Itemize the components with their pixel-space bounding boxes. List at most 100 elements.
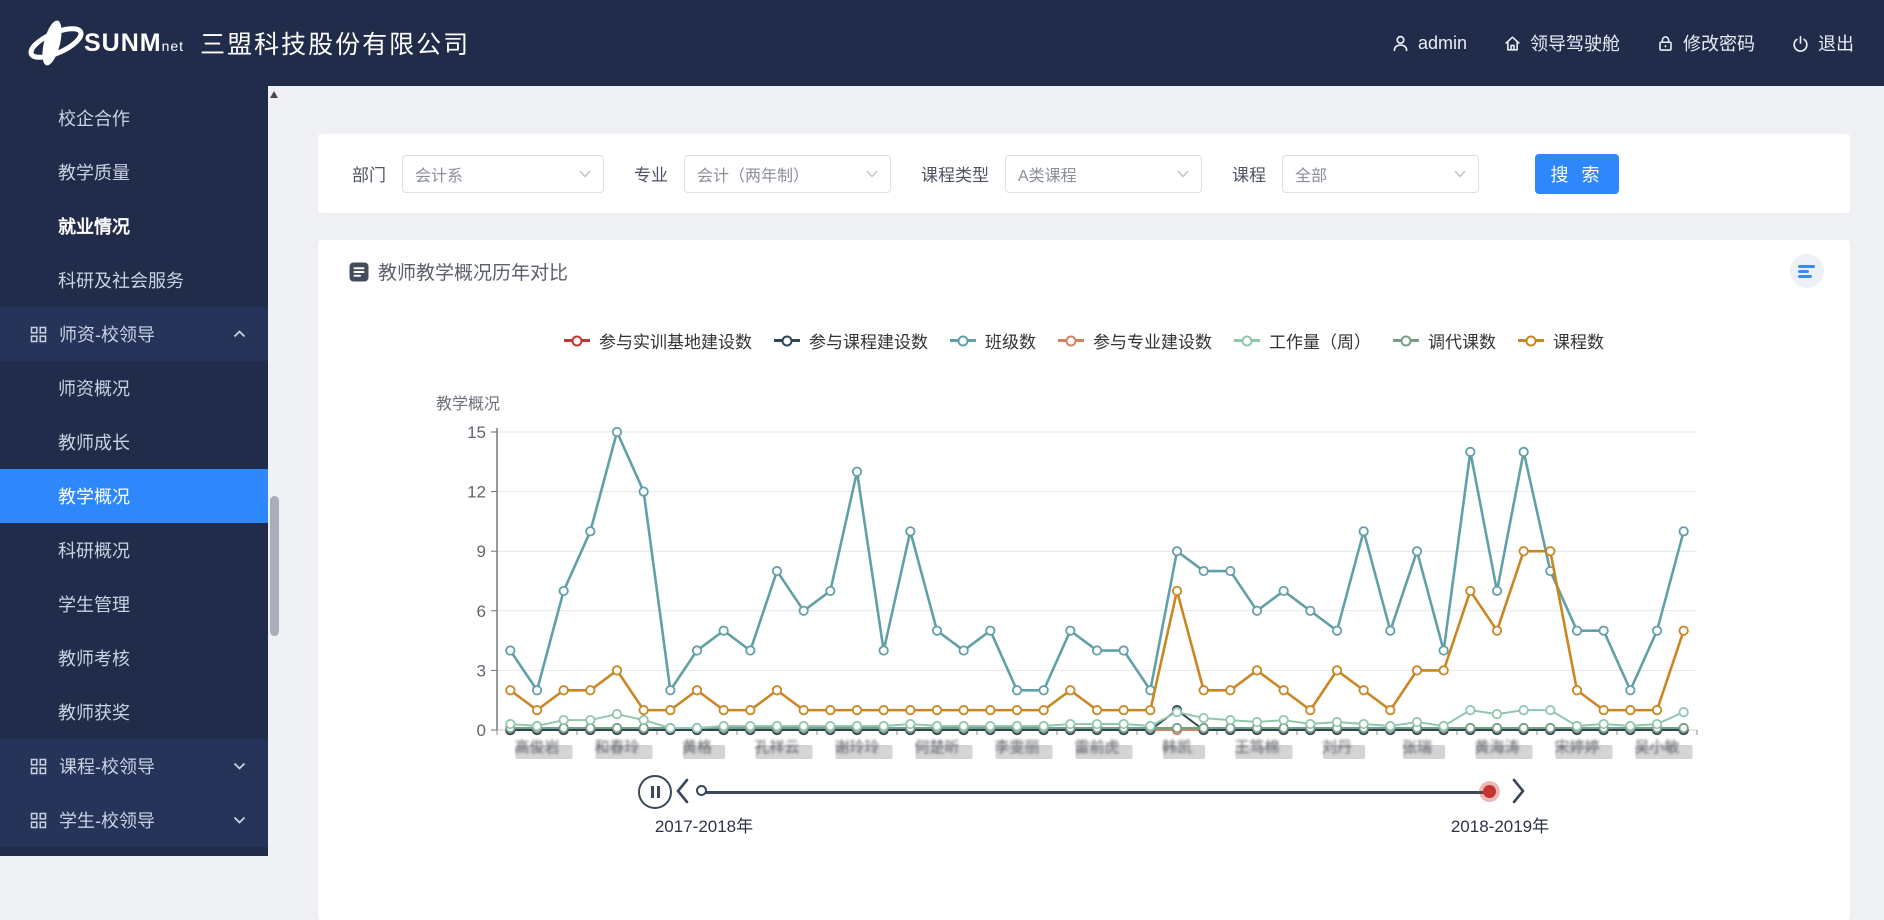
legend-marker-icon	[1058, 339, 1084, 342]
legend-item-6[interactable]: 课程数	[1518, 328, 1604, 353]
sidebar-item-6[interactable]: 教师成长	[0, 415, 268, 469]
grid-icon	[30, 758, 47, 775]
timeline-label-start[interactable]: 2017-2018年	[654, 812, 754, 837]
sidebar-item-0[interactable]: 校企合作	[0, 91, 268, 145]
power-icon	[1791, 34, 1810, 53]
timeline-slider: 2017-2018年 2018-2019年	[318, 752, 1850, 872]
legend-item-2[interactable]: 班级数	[950, 328, 1036, 353]
lock-icon	[1656, 34, 1675, 53]
nav-logout[interactable]: 退出	[1791, 30, 1854, 56]
sidebar-item-11[interactable]: 教师获奖	[0, 685, 268, 739]
pause-icon	[657, 786, 660, 798]
pause-icon	[651, 786, 654, 798]
filter-major: 专业 会计（两年制）	[634, 155, 891, 193]
scrollbar-thumb[interactable]	[270, 496, 279, 636]
chevron-down-icon	[233, 762, 246, 770]
chevron-down-icon	[1177, 170, 1189, 178]
company-name: 三盟科技股份有限公司	[200, 25, 470, 61]
sidebar-item-2[interactable]: 就业情况	[0, 199, 268, 253]
chart-menu-button[interactable]	[1790, 254, 1824, 288]
filter-department: 部门 会计系	[352, 155, 604, 193]
legend-item-1[interactable]: 参与课程建设数	[774, 328, 928, 353]
legend-label: 调代课数	[1428, 328, 1496, 353]
filter-label: 课程	[1232, 161, 1266, 186]
timeline-current-dot	[1483, 785, 1496, 798]
legend-item-0[interactable]: 参与实训基地建设数	[564, 328, 752, 353]
course-type-select[interactable]: A类课程	[1005, 155, 1202, 193]
menu-bar-icon	[1798, 265, 1815, 268]
legend-label: 班级数	[985, 328, 1036, 353]
course-select[interactable]: 全部	[1282, 155, 1479, 193]
department-select[interactable]: 会计系	[402, 155, 604, 193]
legend-marker-icon	[950, 339, 976, 342]
chart-legend: 参与实训基地建设数参与课程建设数 班级数 参与专业建设数 工作量（周） 调代课数 课程数	[318, 328, 1850, 353]
sidebar-scrollbar[interactable]	[268, 86, 281, 856]
search-button[interactable]: 搜 索	[1535, 154, 1619, 194]
logo-text: SUNMnet	[84, 29, 184, 58]
logo-swoosh-icon	[26, 14, 90, 72]
svg-text:0: 0	[477, 721, 486, 740]
nav-cockpit[interactable]: 领导驾驶舱	[1503, 30, 1620, 56]
user-name: admin	[1418, 33, 1467, 54]
user-icon	[1391, 34, 1410, 53]
sidebar-item-3[interactable]: 科研及社会服务	[0, 253, 268, 307]
legend-marker-icon	[1393, 339, 1419, 342]
timeline-node-start[interactable]	[696, 785, 707, 796]
menu-bar-icon	[1798, 270, 1809, 273]
sidebar-item-13[interactable]: 学生-校领导	[0, 793, 268, 847]
timeline-label-end[interactable]: 2018-2019年	[1440, 812, 1560, 837]
timeline-next-arrow[interactable]	[1511, 778, 1527, 804]
header-nav: admin 领导驾驶舱 修改密码 退出	[1391, 30, 1854, 56]
legend-label: 参与专业建设数	[1093, 328, 1212, 353]
home-icon	[1503, 34, 1522, 53]
legend-label: 课程数	[1553, 328, 1604, 353]
legend-marker-icon	[774, 339, 800, 342]
sidebar-menu: 校企合作教学质量就业情况科研及社会服务师资-校领导师资概况教师成长教学概况科研概…	[0, 86, 268, 856]
legend-item-4[interactable]: 工作量（周）	[1234, 328, 1371, 353]
main-content: 部门 会计系 专业 会计（两年制） 课程类型 A类课程 课程 全部	[281, 86, 1884, 856]
sidebar-item-label: 教学质量	[58, 159, 130, 185]
sidebar-item-9[interactable]: 学生管理	[0, 577, 268, 631]
line-chart: 03691215高俊岩和春玲黄格孔祥云谢玲玲何楚昕李雯丽雷前虎韩凯王笃棉刘丹张瑞…	[318, 418, 1850, 774]
timeline-prev-arrow[interactable]	[674, 778, 690, 804]
timeline-node-current[interactable]	[1479, 781, 1500, 802]
user-menu[interactable]: admin	[1391, 33, 1467, 54]
sidebar-item-4[interactable]: 师资-校领导	[0, 307, 268, 361]
filter-label: 专业	[634, 161, 668, 186]
legend-label: 工作量（周）	[1269, 328, 1371, 353]
sidebar-item-label: 科研概况	[58, 537, 130, 563]
pause-button[interactable]	[638, 775, 672, 809]
sidebar-item-10[interactable]: 教师考核	[0, 631, 268, 685]
sidebar-item-label: 学生管理	[58, 591, 130, 617]
chevron-up-icon	[233, 330, 246, 338]
sidebar-item-label: 校企合作	[58, 105, 130, 131]
sidebar-item-7[interactable]: 教学概况	[0, 469, 268, 523]
scrollbar-up-arrow-icon[interactable]	[270, 91, 278, 98]
legend-item-5[interactable]: 调代课数	[1393, 328, 1496, 353]
sidebar-item-1[interactable]: 教学质量	[0, 145, 268, 199]
grid-icon	[30, 326, 47, 343]
legend-marker-icon	[1234, 339, 1260, 342]
legend-item-3[interactable]: 参与专业建设数	[1058, 328, 1212, 353]
nav-change-password[interactable]: 修改密码	[1656, 30, 1755, 56]
sidebar-item-5[interactable]: 师资概况	[0, 361, 268, 415]
chevron-down-icon	[579, 170, 591, 178]
filter-course: 课程 全部	[1232, 155, 1479, 193]
sidebar-item-label: 教师获奖	[58, 699, 130, 725]
sidebar-item-12[interactable]: 课程-校领导	[0, 739, 268, 793]
chevron-down-icon	[866, 170, 878, 178]
timeline-track[interactable]	[702, 791, 1490, 794]
company-logo: SUNMnet 三盟科技股份有限公司	[26, 14, 470, 72]
top-header: SUNMnet 三盟科技股份有限公司 admin 领导驾驶舱 修改密码	[0, 0, 1884, 86]
svg-text:3: 3	[477, 661, 486, 680]
filter-bar: 部门 会计系 专业 会计（两年制） 课程类型 A类课程 课程 全部	[318, 134, 1850, 213]
chart-panel: 教师教学概况历年对比 参与实训基地建设数参与课程建设数班级数参与专业建设数工作量…	[318, 240, 1850, 920]
svg-text:12: 12	[467, 483, 486, 502]
grid-icon	[30, 812, 47, 829]
sidebar-item-8[interactable]: 科研概况	[0, 523, 268, 577]
svg-text:9: 9	[477, 542, 486, 561]
major-select[interactable]: 会计（两年制）	[684, 155, 891, 193]
y-axis-title: 教学概况	[436, 390, 500, 414]
sidebar-item-label: 师资概况	[58, 375, 130, 401]
legend-marker-icon	[564, 339, 590, 342]
